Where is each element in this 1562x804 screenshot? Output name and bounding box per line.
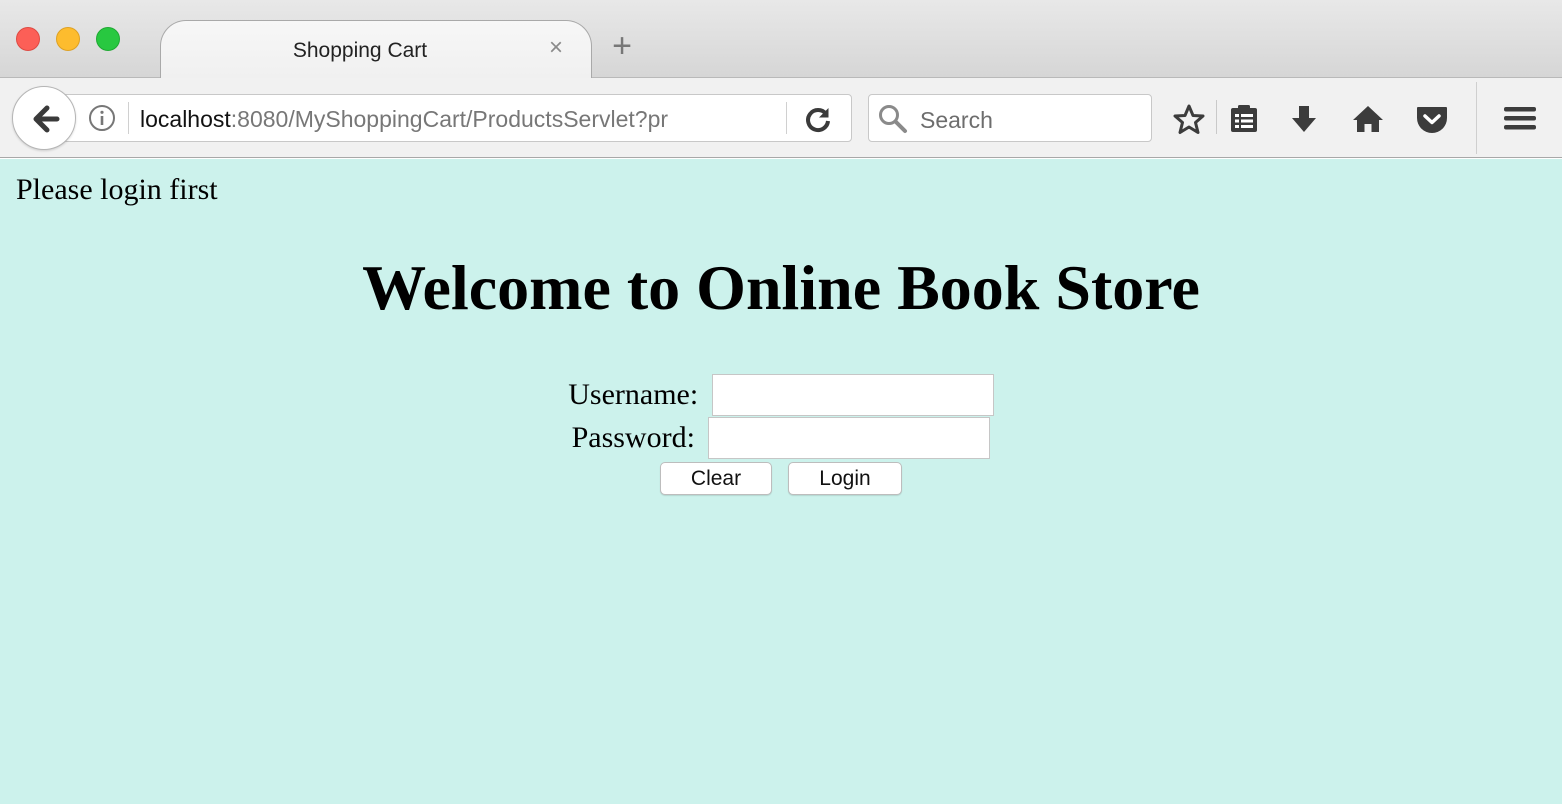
- back-arrow-icon: [33, 105, 60, 133]
- url-path: :8080/MyShoppingCart/ProductsServlet?pr: [230, 106, 669, 132]
- download-icon[interactable]: [1288, 103, 1320, 135]
- tab-close-icon[interactable]: ×: [545, 35, 567, 61]
- page-title: Welcome to Online Book Store: [362, 252, 1200, 323]
- url-host: localhost: [140, 106, 231, 132]
- username-label: Username:: [568, 378, 699, 411]
- pocket-icon[interactable]: [1415, 103, 1449, 135]
- clear-button[interactable]: Clear: [660, 462, 772, 495]
- reading-list-icon[interactable]: [1228, 103, 1260, 135]
- window-maximize-button[interactable]: [96, 27, 120, 51]
- tab-strip: Shopping Cart × +: [0, 0, 1562, 79]
- password-label: Password:: [571, 421, 695, 454]
- window-close-button[interactable]: [16, 27, 40, 51]
- url-separator: [128, 102, 129, 134]
- reload-icon[interactable]: [804, 105, 832, 133]
- url-text[interactable]: localhost:8080/MyShoppingCart/ProductsSe…: [140, 106, 734, 133]
- login-message: Please login first: [16, 173, 218, 206]
- back-button[interactable]: [12, 86, 76, 150]
- login-button[interactable]: Login: [788, 462, 902, 495]
- search-placeholder[interactable]: Search: [920, 107, 993, 134]
- username-field[interactable]: [711, 374, 994, 416]
- search-icon: [879, 105, 907, 133]
- password-row: Password:: [0, 417, 1562, 459]
- toolbar-separator: [1216, 100, 1217, 134]
- form-buttons: Clear Login: [0, 462, 1562, 495]
- page-content: Please login first Welcome to Online Boo…: [0, 159, 1562, 804]
- tab-shopping-cart[interactable]: Shopping Cart ×: [160, 20, 592, 79]
- url-separator-right: [786, 102, 787, 134]
- username-row: Username:: [0, 374, 1562, 416]
- search-bar[interactable]: [868, 94, 1152, 142]
- new-tab-button[interactable]: +: [606, 29, 638, 63]
- info-icon[interactable]: [88, 104, 116, 132]
- toolbar-divider: [1476, 82, 1477, 154]
- nav-bar: localhost:8080/MyShoppingCart/ProductsSe…: [0, 78, 1562, 158]
- home-icon[interactable]: [1352, 103, 1384, 135]
- bookmark-star-icon[interactable]: [1172, 103, 1206, 135]
- browser-window: Shopping Cart × + localhost:8080/MyShopp…: [0, 0, 1562, 804]
- tab-title: Shopping Cart: [292, 39, 428, 62]
- password-field[interactable]: [708, 417, 991, 459]
- hamburger-menu-icon[interactable]: [1503, 103, 1537, 133]
- window-minimize-button[interactable]: [56, 27, 80, 51]
